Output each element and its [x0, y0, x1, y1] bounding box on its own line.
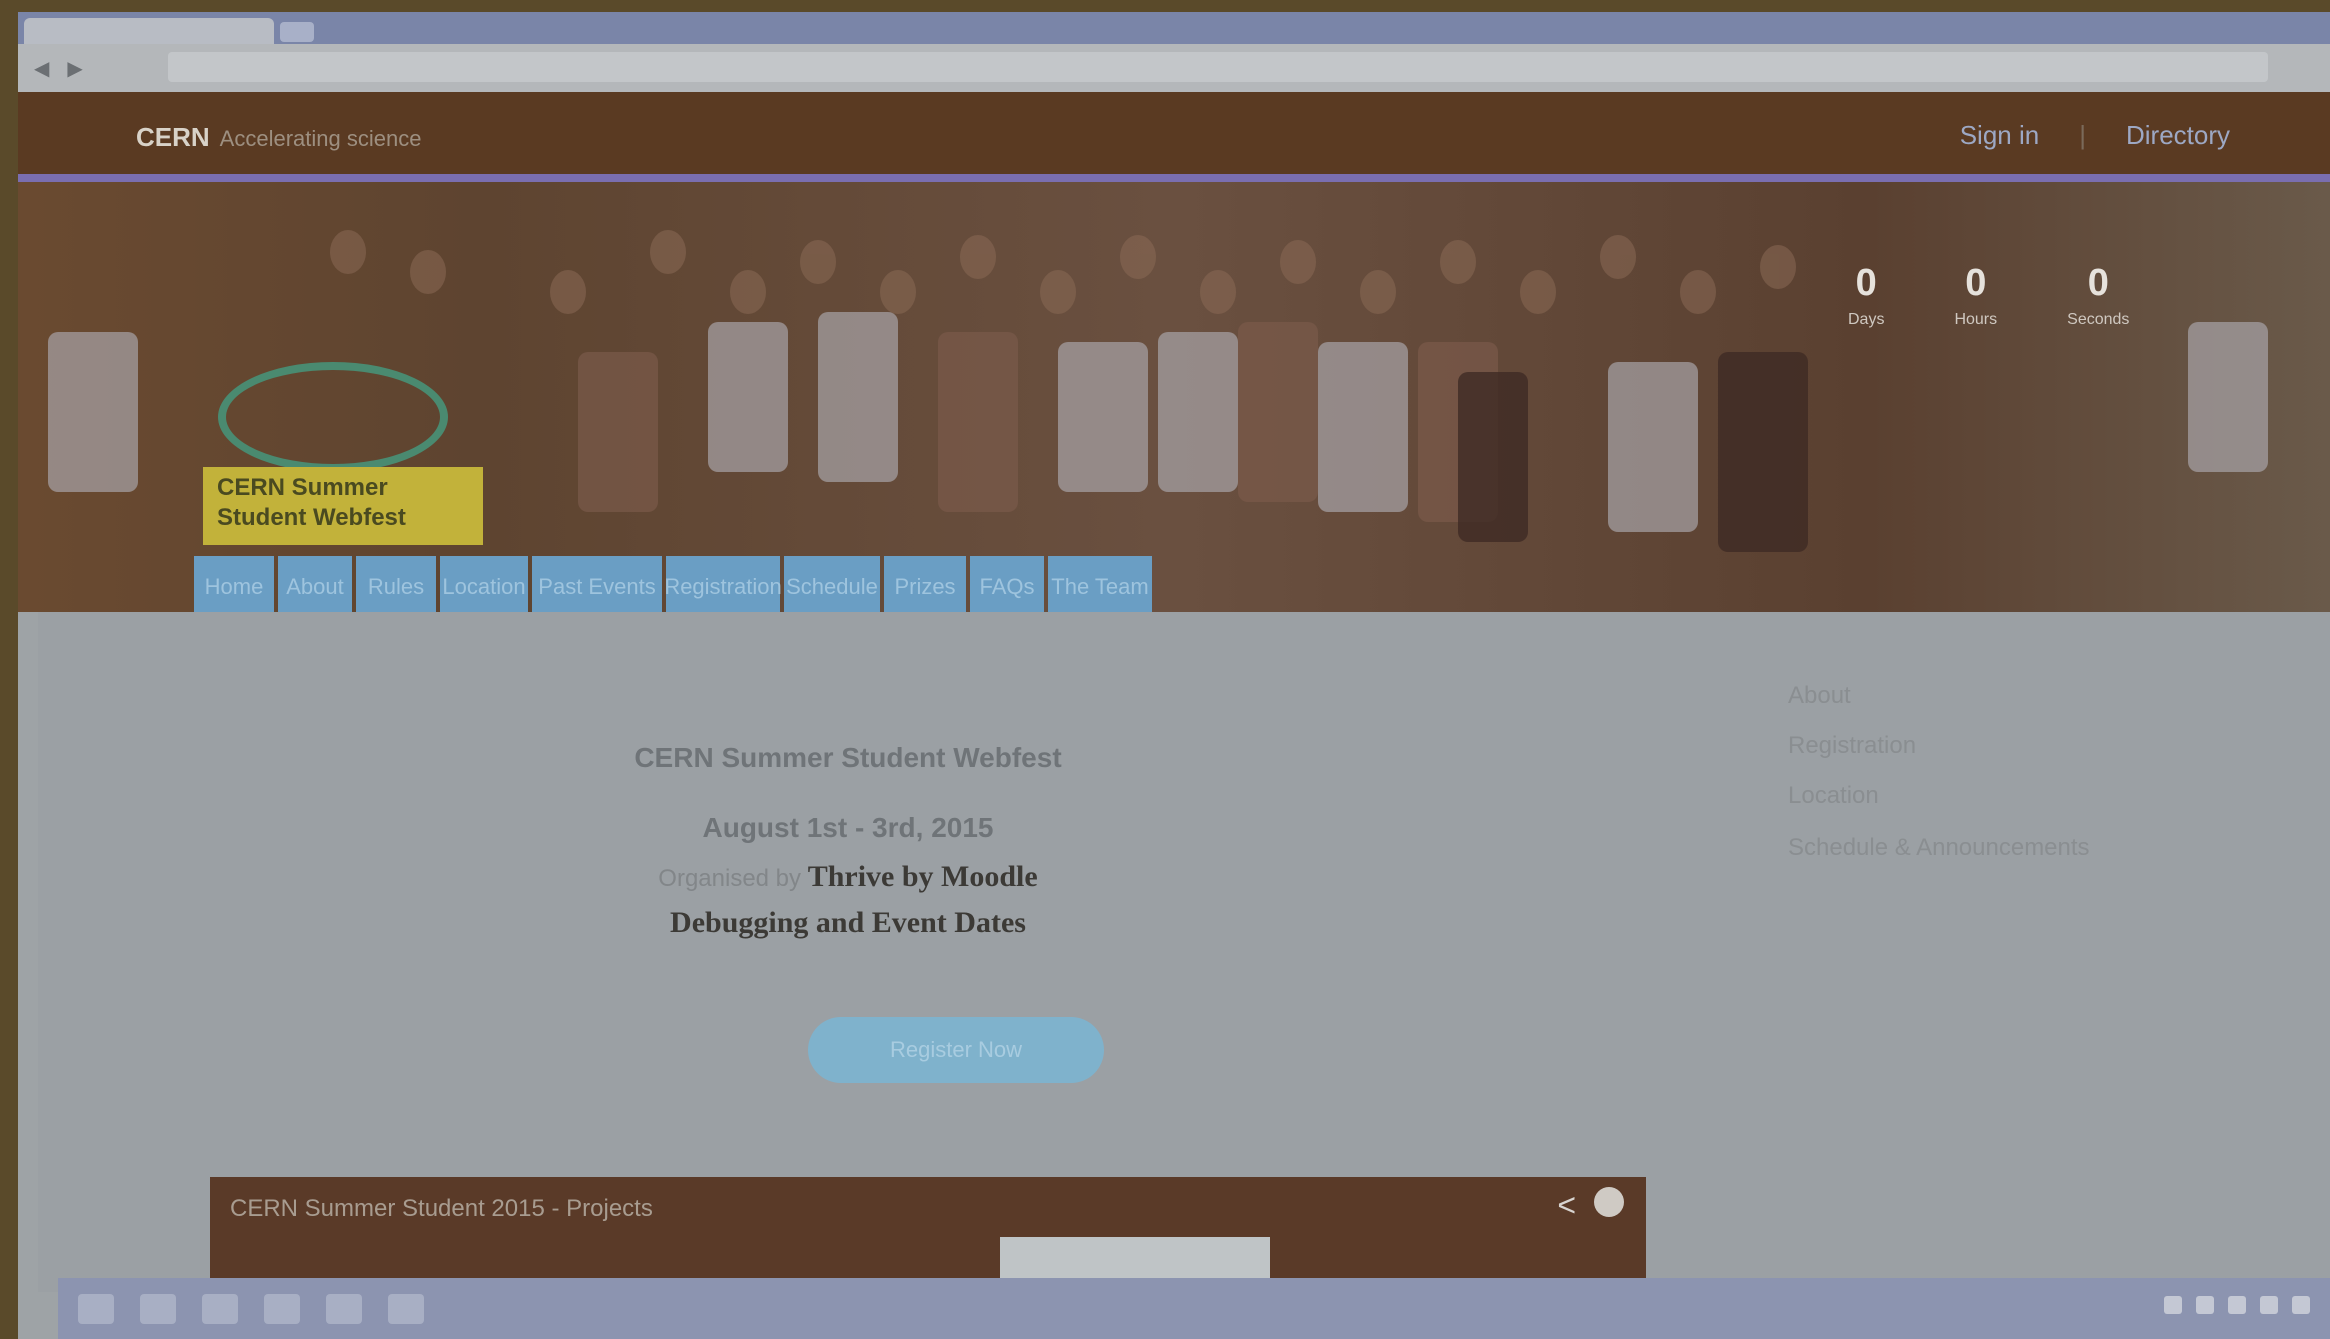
link-separator: |	[2079, 120, 2086, 150]
sidebar: About Registration Location Schedule & A…	[1758, 612, 2318, 1292]
system-tray	[2164, 1296, 2310, 1314]
nav-item-about[interactable]: About	[278, 556, 352, 618]
video-title[interactable]: CERN Summer Student 2015 - Projects	[230, 1195, 653, 1223]
hero-banner: CERN Summer Student Webfest 0 Days 0 Hou…	[18, 182, 2330, 612]
sign-in-link[interactable]: Sign in	[1960, 120, 2040, 151]
intro-line-2: Debugging and Event Dates	[38, 906, 1658, 940]
main-nav: Home About Rules Location Past Events Registr…	[194, 556, 1152, 618]
countdown-timer: 0 Days 0 Hours 0 Seconds	[1848, 262, 2129, 329]
site-top-bar: CERN Accelerating science Sign in | Direc…	[18, 92, 2330, 176]
back-arrow-icon[interactable]: ◀	[34, 56, 49, 81]
logo-text-line2: Student Webfest	[217, 504, 406, 531]
register-button[interactable]: Register Now	[808, 1017, 1104, 1083]
directory-link[interactable]: Directory	[2126, 120, 2230, 151]
start-button-icon[interactable]	[78, 1293, 114, 1324]
logo-text-line1: CERN Summer	[217, 474, 388, 501]
info-icon[interactable]	[1594, 1187, 1624, 1217]
taskbar-app-icon[interactable]	[202, 1293, 238, 1324]
tray-icon[interactable]	[2228, 1296, 2246, 1314]
counter-label: Days	[1848, 311, 1885, 328]
nav-item-prizes[interactable]: Prizes	[884, 556, 966, 618]
webfest-logo-label[interactable]: CERN Summer Student Webfest	[203, 467, 483, 545]
counter-value: 0	[2087, 262, 2109, 304]
taskbar-app-icon[interactable]	[388, 1293, 424, 1324]
url-bar[interactable]	[168, 52, 2268, 82]
main-column: CERN Summer Student Webfest August 1st -…	[38, 612, 1658, 1297]
tray-icon[interactable]	[2196, 1296, 2214, 1314]
page-content: CERN Summer Student Webfest August 1st -…	[38, 612, 2330, 1297]
nav-item-registration[interactable]: Registration	[664, 556, 782, 618]
nav-item-the-team[interactable]: The Team	[1048, 556, 1152, 618]
intro-line-1-highlight: Thrive by Moodle	[807, 860, 1038, 893]
browser-tab[interactable]	[24, 18, 274, 44]
counter-label: Hours	[1954, 311, 1998, 328]
countdown-hours: 0 Hours	[1954, 262, 1997, 329]
brand-name: CERN	[136, 122, 210, 152]
accent-divider	[18, 174, 2330, 182]
account-links: Sign in | Directory	[1960, 120, 2230, 151]
tray-icon[interactable]	[2260, 1296, 2278, 1314]
taskbar-app-icon[interactable]	[264, 1293, 300, 1324]
intro-line-1-pre: Organised by	[658, 865, 802, 892]
browser-tab-bar	[18, 12, 2330, 44]
projected-screen: ◀ ▶ CERN Accelerating science Sign in | D…	[18, 12, 2330, 1339]
counter-label: Seconds	[2067, 311, 2130, 328]
sidebar-link-location[interactable]: Location	[1788, 782, 1879, 810]
nav-item-home[interactable]: Home	[194, 556, 274, 618]
page-title: CERN Summer Student Webfest	[634, 742, 1062, 773]
forward-arrow-icon[interactable]: ▶	[67, 56, 82, 81]
os-taskbar	[58, 1278, 2330, 1339]
countdown-days: 0 Days	[1848, 262, 1884, 329]
tray-icon[interactable]	[2164, 1296, 2182, 1314]
sidebar-link-about[interactable]: About	[1788, 682, 1851, 710]
taskbar-app-icon[interactable]	[140, 1293, 176, 1324]
site-brand[interactable]: CERN Accelerating science	[136, 122, 421, 153]
nav-item-location[interactable]: Location	[440, 556, 528, 618]
event-dates: August 1st - 3rd, 2015	[702, 812, 994, 843]
intro-line-1: Organised by Thrive by Moodle	[38, 860, 1658, 894]
counter-value: 0	[1855, 262, 1877, 304]
nav-item-schedule[interactable]: Schedule	[784, 556, 880, 618]
share-icon[interactable]: <	[1557, 1187, 1576, 1224]
sidebar-link-schedule[interactable]: Schedule & Announcements	[1788, 834, 2090, 862]
nav-item-faqs[interactable]: FAQs	[970, 556, 1044, 618]
taskbar-app-icon[interactable]	[326, 1293, 362, 1324]
brand-tagline: Accelerating science	[219, 126, 422, 151]
counter-value: 0	[1965, 262, 1987, 304]
countdown-seconds: 0 Seconds	[2067, 262, 2129, 329]
new-tab-button[interactable]	[280, 22, 314, 42]
intro-line-2-highlight: Debugging and Event Dates	[670, 906, 1026, 939]
nav-item-rules[interactable]: Rules	[356, 556, 436, 618]
webfest-logo-icon	[218, 362, 448, 472]
sidebar-link-registration[interactable]: Registration	[1788, 732, 1916, 760]
tray-icon[interactable]	[2292, 1296, 2310, 1314]
nav-item-past-events[interactable]: Past Events	[532, 556, 662, 618]
